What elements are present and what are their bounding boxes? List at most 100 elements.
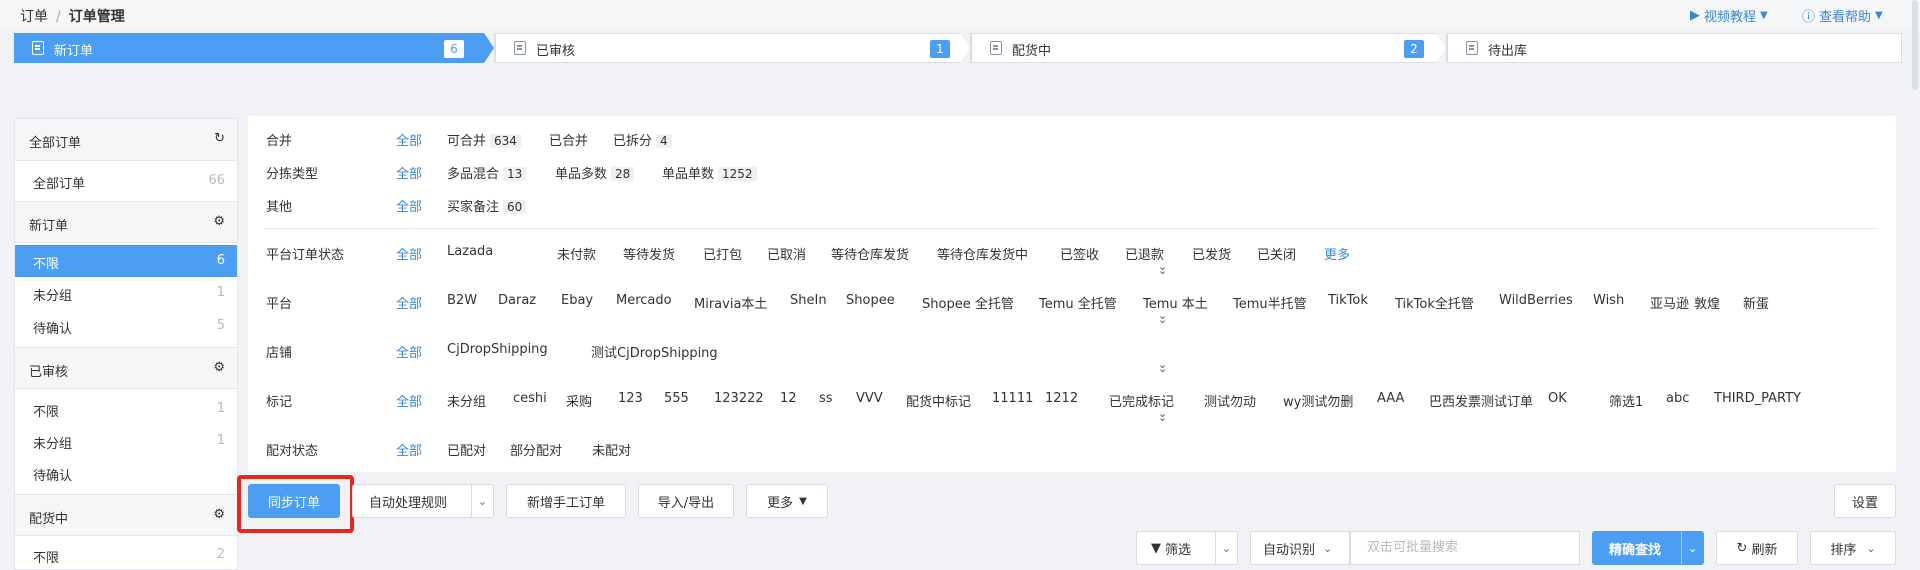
chevron-down-icon[interactable]: ⌄ bbox=[1681, 532, 1703, 564]
filter-option[interactable]: SheIn bbox=[790, 293, 827, 308]
filter-option[interactable]: 多品混合 13 bbox=[447, 163, 527, 182]
filter-option-all[interactable]: 全部 bbox=[396, 342, 422, 361]
filter-option[interactable]: 筛选1 bbox=[1609, 391, 1643, 410]
filter-option-all[interactable]: 全部 bbox=[396, 130, 422, 149]
sidebar-item-new-ungrouped[interactable]: 未分组 1 bbox=[15, 277, 237, 309]
filter-option[interactable]: 测试勿动 bbox=[1204, 391, 1256, 410]
filter-option[interactable]: 已拆分 4 bbox=[613, 130, 672, 149]
filter-more-link[interactable]: 更多 bbox=[1324, 244, 1350, 263]
filter-option[interactable]: 单品多数 28 bbox=[555, 163, 635, 182]
filter-option[interactable]: 已关闭 bbox=[1257, 244, 1296, 263]
filter-option[interactable]: TikTok全托管 bbox=[1395, 293, 1474, 312]
filter-option[interactable]: 已合并 bbox=[549, 130, 588, 149]
expand-chevron-icon[interactable]: ⌄ ⌄ bbox=[1158, 310, 1167, 325]
filter-option-all[interactable]: 全部 bbox=[396, 440, 422, 459]
filter-option[interactable]: 等待仓库发货中 bbox=[937, 244, 1028, 263]
filter-option[interactable]: Temu 全托管 bbox=[1039, 293, 1117, 312]
filter-option[interactable]: VVV bbox=[856, 391, 883, 406]
filter-option[interactable]: Miravia本土 bbox=[694, 293, 767, 312]
filter-option[interactable]: 未配对 bbox=[592, 440, 631, 459]
filter-option[interactable]: Shopee 全托管 bbox=[922, 293, 1014, 312]
filter-option[interactable]: 未付款 bbox=[557, 244, 596, 263]
filter-option[interactable]: 新蛋 bbox=[1743, 293, 1769, 312]
breadcrumb-root[interactable]: 订单 bbox=[20, 9, 48, 25]
filter-option[interactable]: OK bbox=[1548, 391, 1567, 406]
filter-option[interactable]: Wish bbox=[1593, 293, 1624, 308]
filter-option[interactable]: 已配对 bbox=[447, 440, 486, 459]
filter-option[interactable]: 已签收 bbox=[1060, 244, 1099, 263]
filter-option[interactable]: 可合并 634 bbox=[447, 130, 521, 149]
filter-option[interactable]: 11111 bbox=[992, 391, 1033, 406]
filter-option[interactable]: 已发货 bbox=[1192, 244, 1231, 263]
filter-option[interactable]: CjDropShipping bbox=[447, 342, 548, 357]
filter-option[interactable]: wy测试勿删 bbox=[1283, 391, 1353, 410]
filter-option[interactable]: WildBerries bbox=[1499, 293, 1573, 308]
filter-option[interactable]: 1212 bbox=[1045, 391, 1078, 406]
scrollbar[interactable] bbox=[1912, 0, 1918, 90]
filter-option[interactable]: 未分组 bbox=[447, 391, 486, 410]
filter-option[interactable]: 已取消 bbox=[767, 244, 806, 263]
expand-chevron-icon[interactable]: ⌄ ⌄ bbox=[1158, 261, 1167, 276]
filter-option[interactable]: 123222 bbox=[714, 391, 764, 406]
filter-option[interactable]: 单品单数 1252 bbox=[662, 163, 757, 182]
filter-option[interactable]: 等待发货 bbox=[623, 244, 675, 263]
step-reviewed[interactable]: 已审核 1 bbox=[496, 33, 960, 63]
more-button[interactable]: 更多 ▼ bbox=[746, 484, 828, 518]
filter-option[interactable]: TikTok bbox=[1328, 293, 1368, 308]
filter-option[interactable]: Temu 本土 bbox=[1143, 293, 1208, 312]
filter-option-all[interactable]: 全部 bbox=[396, 244, 422, 263]
filter-option[interactable]: ss bbox=[819, 391, 833, 406]
step-new-order[interactable]: 新订单 6 bbox=[14, 33, 484, 63]
sidebar-item-reviewed-ungrouped[interactable]: 未分组 1 bbox=[15, 425, 237, 457]
filter-option-all[interactable]: 全部 bbox=[396, 391, 422, 410]
video-tutorial-link[interactable]: ▶ 视频教程 ▼ bbox=[1690, 6, 1768, 25]
filter-option[interactable]: 测试CjDropShipping bbox=[591, 342, 718, 361]
refresh-icon[interactable]: ↻ bbox=[214, 131, 225, 146]
sidebar-item-new-pending[interactable]: 待确认 5 bbox=[15, 310, 237, 342]
filter-option[interactable]: 等待仓库发货 bbox=[831, 244, 909, 263]
filter-option[interactable]: 买家备注 60 bbox=[447, 196, 527, 215]
filter-option[interactable]: abc bbox=[1666, 391, 1689, 406]
filter-option[interactable]: ceshi bbox=[513, 391, 547, 406]
filter-option-all[interactable]: 全部 bbox=[396, 196, 422, 215]
sidebar-item-allocating-unlimited[interactable]: 不限 2 bbox=[15, 539, 237, 570]
filter-option[interactable]: Ebay bbox=[561, 293, 593, 308]
filter-option[interactable]: 12 bbox=[780, 391, 797, 406]
expand-chevron-icon[interactable]: ⌄ ⌄ bbox=[1158, 408, 1167, 423]
filter-option[interactable]: 配货中标记 bbox=[906, 391, 971, 410]
sidebar-item-all-orders[interactable]: 全部订单 66 bbox=[15, 165, 237, 197]
filter-option[interactable]: Shopee bbox=[846, 293, 895, 308]
filter-option[interactable]: 555 bbox=[664, 391, 689, 406]
filter-option-all[interactable]: 全部 bbox=[396, 293, 422, 312]
exact-search-button[interactable]: 精确查找 ⌄ bbox=[1592, 531, 1704, 565]
view-help-link[interactable]: ⓘ 查看帮助 ▼ bbox=[1802, 6, 1883, 25]
filter-option[interactable]: Temu半托管 bbox=[1233, 293, 1307, 312]
filter-option[interactable]: AAA bbox=[1377, 391, 1404, 406]
filter-option[interactable]: 采购 bbox=[566, 391, 592, 410]
filter-option[interactable]: 部分配对 bbox=[510, 440, 562, 459]
gear-icon[interactable]: ⚙ bbox=[213, 214, 225, 229]
step-pending-outbound[interactable]: 待出库 bbox=[1448, 33, 1902, 63]
gear-icon[interactable]: ⚙ bbox=[213, 360, 225, 375]
filter-option[interactable]: 已打包 bbox=[703, 244, 742, 263]
refresh-button[interactable]: ↻ 刷新 bbox=[1716, 531, 1798, 565]
filter-option[interactable]: THIRD_PARTY bbox=[1714, 391, 1801, 406]
sidebar-item-reviewed-pending[interactable]: 待确认 bbox=[15, 457, 237, 489]
filter-option[interactable]: 巴西发票测试订单 bbox=[1429, 391, 1533, 410]
chevron-down-icon[interactable]: ⌄ bbox=[471, 485, 493, 517]
filter-option[interactable]: Mercado bbox=[616, 293, 672, 308]
filter-option[interactable]: 敦煌 bbox=[1694, 293, 1720, 312]
step-allocating[interactable]: 配货中 2 bbox=[972, 33, 1436, 63]
filter-option[interactable]: 123 bbox=[618, 391, 643, 406]
filter-option[interactable]: B2W bbox=[447, 293, 477, 308]
sidebar-item-new-unlimited[interactable]: 不限 6 bbox=[15, 245, 237, 277]
auto-rules-button[interactable]: 自动处理规则 ⌄ bbox=[352, 484, 494, 518]
import-export-button[interactable]: 导入/导出 bbox=[638, 484, 734, 518]
gear-icon[interactable]: ⚙ bbox=[213, 507, 225, 522]
add-manual-order-button[interactable]: 新增手工订单 bbox=[506, 484, 626, 518]
settings-button[interactable]: 设置 bbox=[1834, 484, 1896, 518]
filter-option[interactable]: 亚马逊 bbox=[1650, 293, 1689, 312]
filter-option[interactable]: Daraz bbox=[498, 293, 536, 308]
sort-button[interactable]: 排序 ⌄ bbox=[1810, 531, 1896, 565]
expand-chevron-icon[interactable]: ⌄ ⌄ bbox=[1158, 359, 1167, 374]
